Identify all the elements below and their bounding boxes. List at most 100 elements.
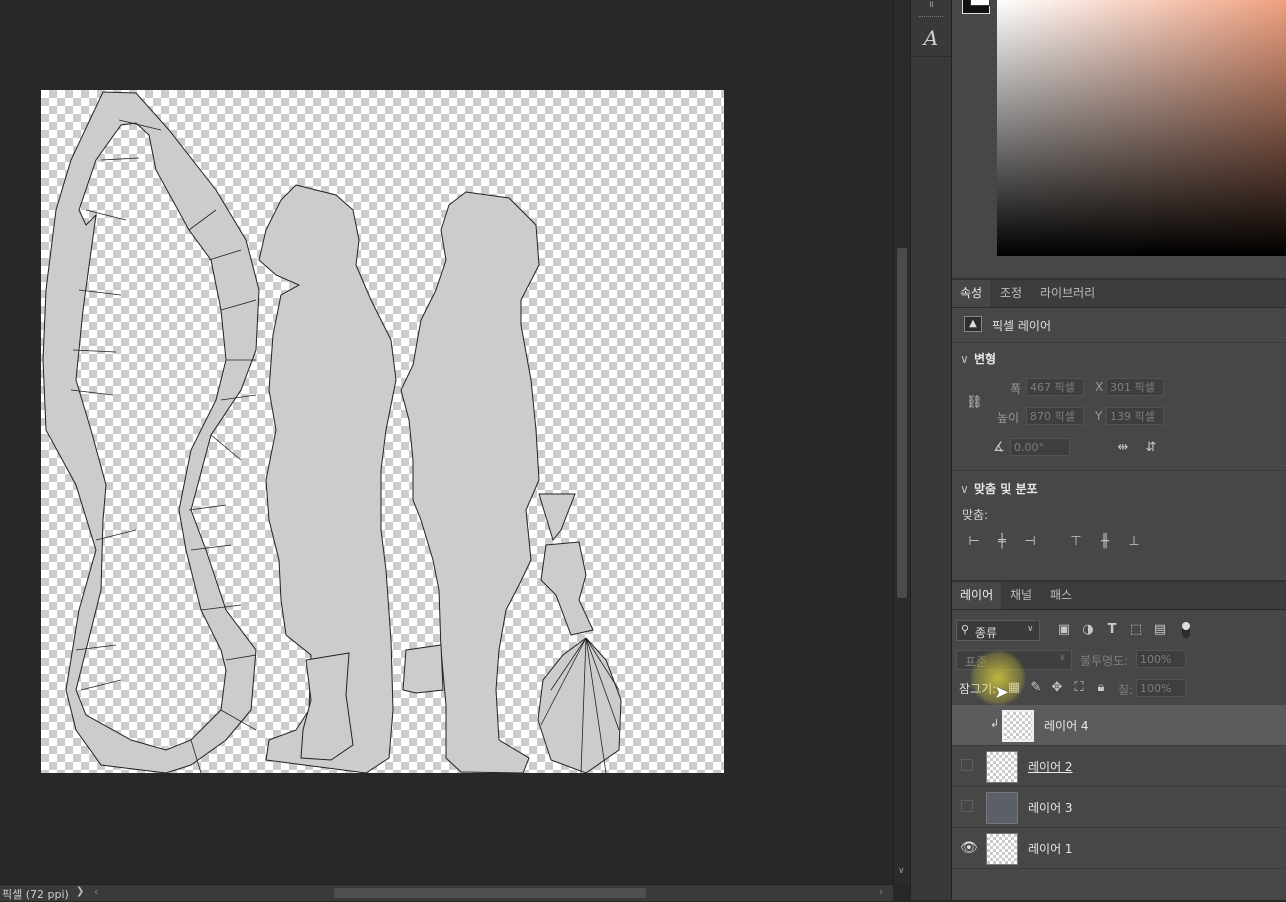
transform-section-title[interactable]: ∨ 변형 [960, 350, 996, 367]
layer-thumbnail[interactable] [986, 751, 1018, 783]
y-label: Y [1095, 409, 1103, 423]
search-icon: ⚲ [961, 623, 970, 636]
small-blob-shape [540, 541, 594, 636]
filter-kind-value: 종류 [975, 626, 998, 640]
layer-thumbnail[interactable] [986, 833, 1018, 865]
background-color-swatch[interactable] [970, 0, 990, 6]
pixel-layer-icon: ▲ [964, 316, 982, 332]
fan-shape [537, 637, 622, 773]
tool-strip: ॥ A [910, 0, 952, 900]
visibility-toggle[interactable] [961, 718, 973, 730]
layer-type-row: ▲ 픽셀 레이어 [952, 308, 1286, 343]
section-divider [952, 470, 1286, 471]
tool-separator [911, 56, 951, 57]
horizontal-scrollbar[interactable] [104, 888, 884, 898]
chevron-down-icon: ∨ [960, 482, 969, 496]
filter-adjustment-icon[interactable]: ◑ [1080, 622, 1096, 638]
fill-label: 칠: [1118, 683, 1134, 697]
x-label: X [1095, 380, 1104, 394]
transform-title: 변형 [974, 352, 997, 366]
angle-icon: ∡ [993, 440, 1005, 455]
scroll-right-arrow-icon[interactable]: › [879, 885, 883, 898]
align-right-icon[interactable]: ⊣ [1022, 534, 1038, 550]
filter-type-icon[interactable]: T [1104, 622, 1120, 638]
document-workspace[interactable] [0, 0, 893, 884]
layer-row[interactable]: 👁︎ 레이어 1 [952, 828, 1286, 869]
chevron-down-icon: ∨ [1059, 653, 1066, 663]
filter-toggle[interactable] [1182, 622, 1190, 638]
tab-properties[interactable]: 속성 [952, 280, 991, 307]
small-triangle-shape [538, 493, 576, 542]
scroll-left-arrow-icon[interactable]: ‹ [94, 885, 98, 898]
align-title: 맞춤 및 분포 [974, 482, 1038, 496]
right-panel: 속성 조정 라이브러리 ▲ 픽셀 레이어 ∨ 변형 ⛓ 폭 467 픽셀 X 30… [952, 0, 1286, 900]
layer-row[interactable]: 레이어 2 [952, 746, 1286, 787]
width-label: 폭 [1010, 382, 1022, 396]
horizontal-scroll-thumb[interactable] [334, 888, 646, 898]
fill-field[interactable]: 100% [1136, 679, 1186, 697]
properties-tabbar: 속성 조정 라이브러리 [952, 280, 1286, 308]
lock-paint-icon[interactable]: ✎ [1028, 680, 1044, 696]
tab-layers[interactable]: 레이어 [952, 582, 1002, 609]
height-field[interactable]: 870 픽셀 [1026, 407, 1084, 425]
layer-thumbnail[interactable] [1002, 710, 1034, 742]
layer-row[interactable]: ↲ 레이어 4 [952, 705, 1286, 746]
tab-paths[interactable]: 패스 [1042, 582, 1080, 609]
chevron-down-icon: ∨ [960, 352, 969, 366]
opacity-label: 불투명도: [1080, 654, 1129, 668]
color-panel [952, 0, 1286, 278]
eye-icon[interactable]: 👁︎ [960, 840, 978, 856]
ring-outline-shape [42, 91, 260, 773]
layer-type-label: 픽셀 레이어 [992, 319, 1052, 333]
visibility-toggle[interactable] [961, 800, 973, 812]
canvas-shapes [42, 91, 622, 773]
document-canvas[interactable] [41, 90, 724, 773]
mouse-pointer-icon: ➤ [994, 682, 1010, 703]
align-bottom-icon[interactable]: ⊥ [1126, 534, 1142, 550]
clipping-arrow-icon: ↲ [990, 717, 1000, 730]
lock-position-icon[interactable]: ✥ [1049, 680, 1065, 696]
align-vcenter-icon[interactable]: ╫ [1097, 534, 1113, 550]
chevron-down-icon: ∨ [1027, 624, 1034, 634]
align-left-icon[interactable]: ⊢ [966, 534, 982, 550]
vertical-scrollbar[interactable]: ∨ [893, 0, 911, 884]
x-field[interactable]: 301 픽셀 [1106, 378, 1164, 396]
layer-filter-select[interactable]: ⚲ 종류 ∨ [956, 620, 1040, 641]
color-field[interactable] [997, 0, 1286, 256]
status-menu-arrow-icon[interactable]: ❯ [76, 886, 84, 897]
tab-channels[interactable]: 채널 [1002, 582, 1040, 609]
layers-tabbar: 레이어 채널 패스 [952, 582, 1286, 610]
lock-all-icon[interactable]: 🔒︎ [1093, 680, 1109, 696]
filter-smartobject-icon[interactable]: ▤ [1152, 622, 1168, 638]
layer-name[interactable]: 레이어 4 [1044, 717, 1089, 734]
layer-thumbnail[interactable] [986, 792, 1018, 824]
angle-field[interactable]: 0.00° [1010, 438, 1070, 456]
person-sleeve-right [402, 644, 444, 694]
tool-collapse-icon[interactable]: ॥ [911, 0, 951, 12]
layer-name[interactable]: 레이어 2 [1028, 758, 1073, 775]
tab-adjustments[interactable]: 조정 [992, 280, 1030, 307]
link-icon[interactable]: ⛓ [966, 395, 983, 411]
layer-name[interactable]: 레이어 1 [1028, 840, 1073, 857]
align-top-icon[interactable]: ⊤ [1068, 534, 1084, 550]
visibility-toggle[interactable] [961, 759, 973, 771]
lock-artboard-icon[interactable]: ⛶ [1071, 680, 1087, 696]
scroll-down-arrow-icon[interactable]: ∨ [898, 866, 905, 876]
filter-toggle-knob [1182, 622, 1190, 630]
opacity-field[interactable]: 100% [1136, 650, 1186, 668]
type-tool-icon[interactable]: A [911, 24, 951, 54]
tab-libraries[interactable]: 라이브러리 [1032, 280, 1103, 307]
align-hcenter-icon[interactable]: ╪ [994, 534, 1010, 550]
flip-horizontal-icon[interactable]: ⇹ [1114, 440, 1132, 456]
status-bar: 픽셀 (72 ppi) ❯ ‹ › [0, 884, 893, 901]
filter-shape-icon[interactable]: ⬚ [1128, 622, 1144, 638]
vertical-scroll-thumb[interactable] [897, 248, 907, 598]
flip-vertical-icon[interactable]: ⇵ [1142, 440, 1160, 456]
align-section-title[interactable]: ∨ 맞춤 및 분포 [960, 480, 1038, 497]
layer-row[interactable]: 레이어 3 [952, 787, 1286, 828]
person-shoe-left [300, 652, 354, 761]
layer-name[interactable]: 레이어 3 [1028, 799, 1073, 816]
y-field[interactable]: 139 픽셀 [1106, 407, 1164, 425]
width-field[interactable]: 467 픽셀 [1026, 378, 1084, 396]
filter-pixel-icon[interactable]: ▣ [1056, 622, 1072, 638]
